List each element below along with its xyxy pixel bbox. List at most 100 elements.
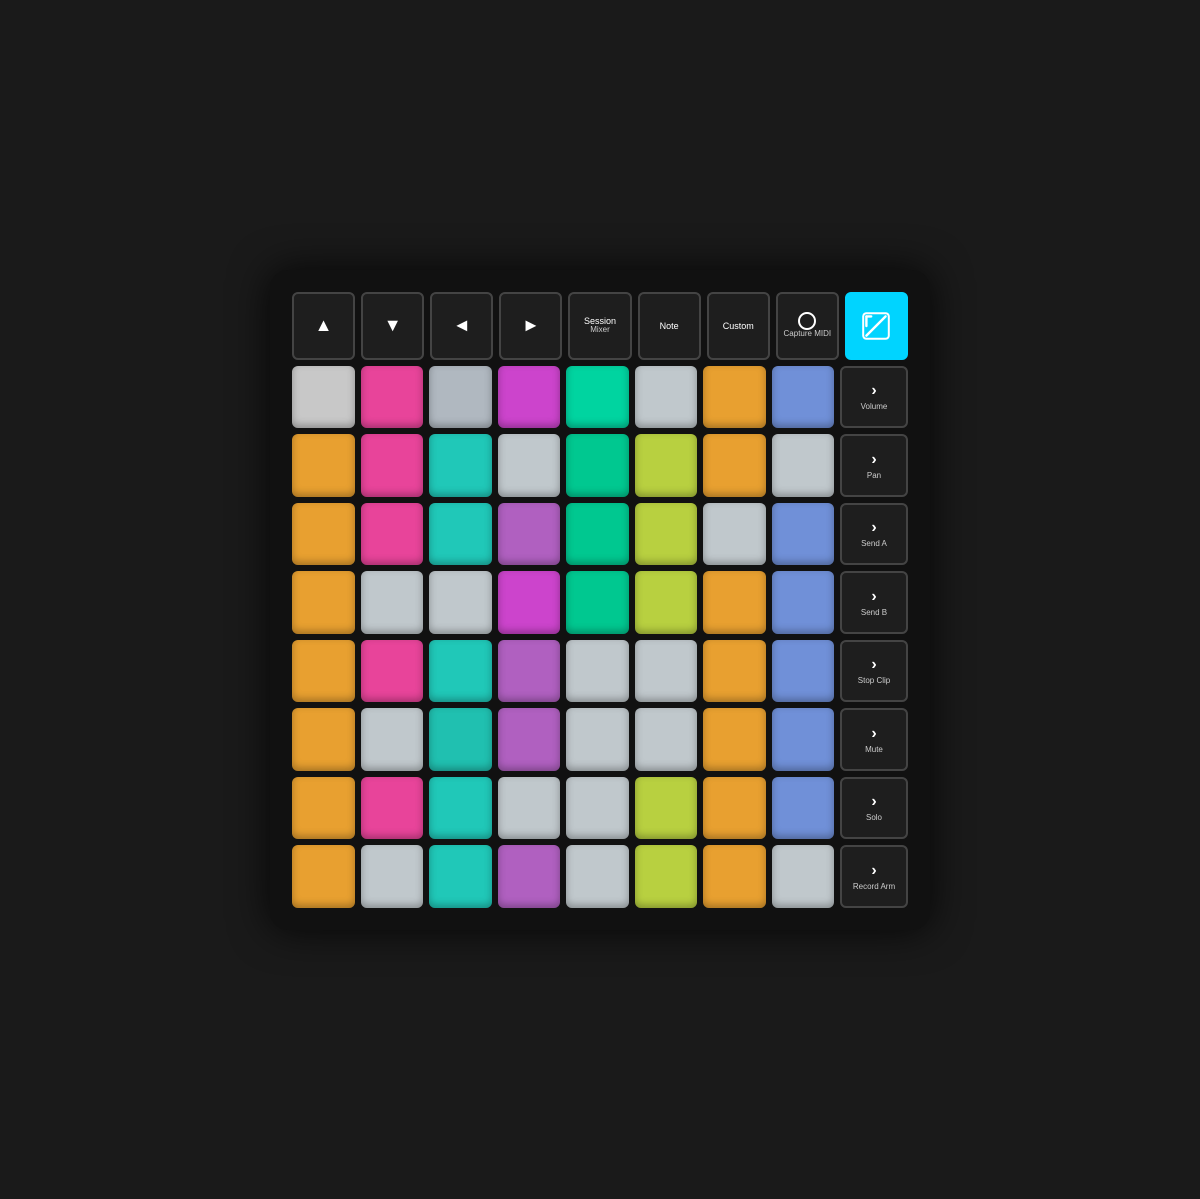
send-a-button[interactable]: ›Send A: [840, 503, 908, 566]
pad-3-4[interactable]: [566, 571, 629, 634]
pad-3-2[interactable]: [429, 571, 492, 634]
pad-4-7[interactable]: [772, 640, 835, 703]
pad-4-2[interactable]: [429, 640, 492, 703]
pad-1-7[interactable]: [772, 434, 835, 497]
up-arrow-button[interactable]: ▲: [292, 292, 355, 360]
pad-7-4[interactable]: [566, 845, 629, 908]
pad-0-7[interactable]: [772, 366, 835, 429]
pad-2-5[interactable]: [635, 503, 698, 566]
launchpad-controller: ▲ ▼ ◄ ► Session Mixer Note Custom Captur: [270, 270, 930, 930]
pad-5-5[interactable]: [635, 708, 698, 771]
pad-0-2[interactable]: [429, 366, 492, 429]
mute-chevron-icon: ›: [871, 725, 876, 743]
session-mixer-label-sub: Mixer: [590, 326, 610, 335]
pad-2-0[interactable]: [292, 503, 355, 566]
pad-7-2[interactable]: [429, 845, 492, 908]
pad-4-1[interactable]: [361, 640, 424, 703]
pad-5-4[interactable]: [566, 708, 629, 771]
left-arrow-icon: ◄: [453, 315, 471, 336]
pad-7-3[interactable]: [498, 845, 561, 908]
pad-7-5[interactable]: [635, 845, 698, 908]
pad-2-1[interactable]: [361, 503, 424, 566]
record-arm-button[interactable]: › Record Arm: [840, 845, 908, 908]
pad-grid: [292, 366, 834, 908]
pad-0-5[interactable]: [635, 366, 698, 429]
pad-6-4[interactable]: [566, 777, 629, 840]
pad-4-6[interactable]: [703, 640, 766, 703]
send-b-button[interactable]: ›Send B: [840, 571, 908, 634]
grid-row-5: [292, 708, 834, 771]
volume-button[interactable]: ›Volume: [840, 366, 908, 429]
down-arrow-button[interactable]: ▼: [361, 292, 424, 360]
note-button[interactable]: Note: [638, 292, 701, 360]
pan-button[interactable]: ›Pan: [840, 434, 908, 497]
pad-2-6[interactable]: [703, 503, 766, 566]
pad-3-0[interactable]: [292, 571, 355, 634]
session-mixer-button[interactable]: Session Mixer: [568, 292, 631, 360]
pad-6-6[interactable]: [703, 777, 766, 840]
pad-5-6[interactable]: [703, 708, 766, 771]
record-arm-chevron-icon: ›: [871, 862, 876, 880]
pad-3-6[interactable]: [703, 571, 766, 634]
pad-6-2[interactable]: [429, 777, 492, 840]
pad-7-7[interactable]: [772, 845, 835, 908]
grid-row-7: [292, 845, 834, 908]
pad-1-3[interactable]: [498, 434, 561, 497]
pad-2-7[interactable]: [772, 503, 835, 566]
pad-3-5[interactable]: [635, 571, 698, 634]
pad-5-2[interactable]: [429, 708, 492, 771]
pad-5-0[interactable]: [292, 708, 355, 771]
pad-1-2[interactable]: [429, 434, 492, 497]
pad-4-4[interactable]: [566, 640, 629, 703]
pad-6-7[interactable]: [772, 777, 835, 840]
capture-midi-button[interactable]: Capture MIDI: [776, 292, 839, 360]
grid-row-2: [292, 503, 834, 566]
note-label: Note: [660, 321, 679, 331]
pad-1-4[interactable]: [566, 434, 629, 497]
pad-1-0[interactable]: [292, 434, 355, 497]
pad-2-3[interactable]: [498, 503, 561, 566]
down-arrow-icon: ▼: [384, 315, 402, 336]
record-arm-label: Record Arm: [853, 882, 895, 891]
pad-1-5[interactable]: [635, 434, 698, 497]
pad-5-3[interactable]: [498, 708, 561, 771]
pad-3-7[interactable]: [772, 571, 835, 634]
pad-4-5[interactable]: [635, 640, 698, 703]
stop-clip-chevron-icon: ›: [871, 656, 876, 674]
pad-5-7[interactable]: [772, 708, 835, 771]
pad-6-0[interactable]: [292, 777, 355, 840]
novation-button[interactable]: [845, 292, 908, 360]
pad-1-6[interactable]: [703, 434, 766, 497]
pad-7-6[interactable]: [703, 845, 766, 908]
solo-button[interactable]: › Solo: [840, 777, 908, 840]
pad-0-3[interactable]: [498, 366, 561, 429]
up-arrow-icon: ▲: [315, 315, 333, 336]
pad-3-3[interactable]: [498, 571, 561, 634]
left-arrow-button[interactable]: ◄: [430, 292, 493, 360]
right-arrow-button[interactable]: ►: [499, 292, 562, 360]
pad-4-0[interactable]: [292, 640, 355, 703]
pad-6-1[interactable]: [361, 777, 424, 840]
custom-label: Custom: [723, 321, 754, 331]
pad-0-6[interactable]: [703, 366, 766, 429]
solo-chevron-icon: ›: [871, 793, 876, 811]
pad-5-1[interactable]: [361, 708, 424, 771]
pad-0-4[interactable]: [566, 366, 629, 429]
pad-3-1[interactable]: [361, 571, 424, 634]
main-area: ›Volume›Pan›Send A›Send B›Stop Clip›Mute…: [292, 366, 908, 908]
pad-7-1[interactable]: [361, 845, 424, 908]
solo-label: Solo: [866, 813, 882, 822]
pad-4-3[interactable]: [498, 640, 561, 703]
pad-0-1[interactable]: [361, 366, 424, 429]
pad-2-2[interactable]: [429, 503, 492, 566]
custom-button[interactable]: Custom: [707, 292, 770, 360]
pad-7-0[interactable]: [292, 845, 355, 908]
mute-button[interactable]: ›Mute: [840, 708, 908, 771]
pad-2-4[interactable]: [566, 503, 629, 566]
pad-1-1[interactable]: [361, 434, 424, 497]
pad-0-0[interactable]: [292, 366, 355, 429]
pad-6-5[interactable]: [635, 777, 698, 840]
pad-6-3[interactable]: [498, 777, 561, 840]
capture-midi-circle-icon: [798, 312, 816, 330]
stop-clip-button[interactable]: ›Stop Clip: [840, 640, 908, 703]
